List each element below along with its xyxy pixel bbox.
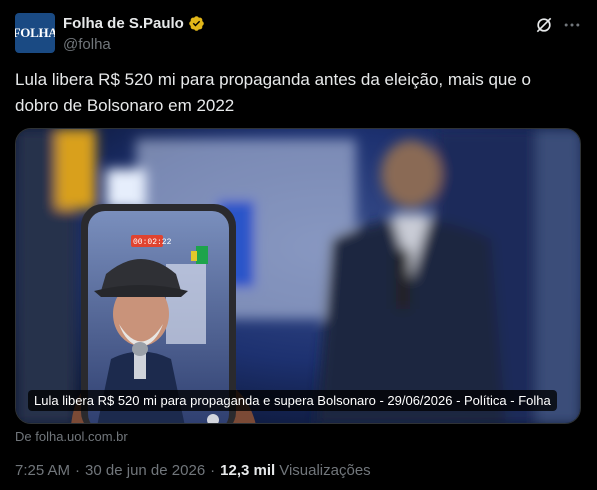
card-source[interactable]: De folha.uol.com.br <box>15 429 128 444</box>
phone-recording-time: 00:02:22 <box>133 238 172 247</box>
card-caption: Lula libera R$ 520 mi para propaganda e … <box>28 390 557 411</box>
account-name-row: Folha de S.Paulo <box>63 15 205 32</box>
avatar[interactable]: FOLHA <box>15 13 55 53</box>
views-count: 12,3 mil <box>220 462 276 479</box>
account-handle[interactable]: @folha <box>63 36 111 53</box>
tweet-time[interactable]: 7:25 AM <box>15 462 70 479</box>
views-label: Visualizações <box>279 462 371 479</box>
grok-icon[interactable] <box>534 15 554 35</box>
avatar-logo-text: FOLHA <box>15 25 55 40</box>
meta-separator: · <box>75 462 81 479</box>
meta-separator-2: · <box>210 462 216 479</box>
more-icon[interactable] <box>562 15 582 35</box>
account-name[interactable]: Folha de S.Paulo <box>63 15 184 32</box>
link-card[interactable]: 00:02:22 Lula libera R$ 520 mi para prop… <box>15 128 581 424</box>
tweet-meta: 7:25 AM · 30 de jun de 2026 · 12,3 mil V… <box>15 462 371 479</box>
tweet-header: FOLHA Folha de S.Paulo @folha <box>15 13 582 57</box>
card-photo <box>16 129 580 423</box>
tweet-date[interactable]: 30 de jun de 2026 <box>85 462 205 479</box>
verified-badge-icon <box>189 16 204 31</box>
tweet-text: Lula libera R$ 520 mi para propaganda an… <box>15 70 532 115</box>
